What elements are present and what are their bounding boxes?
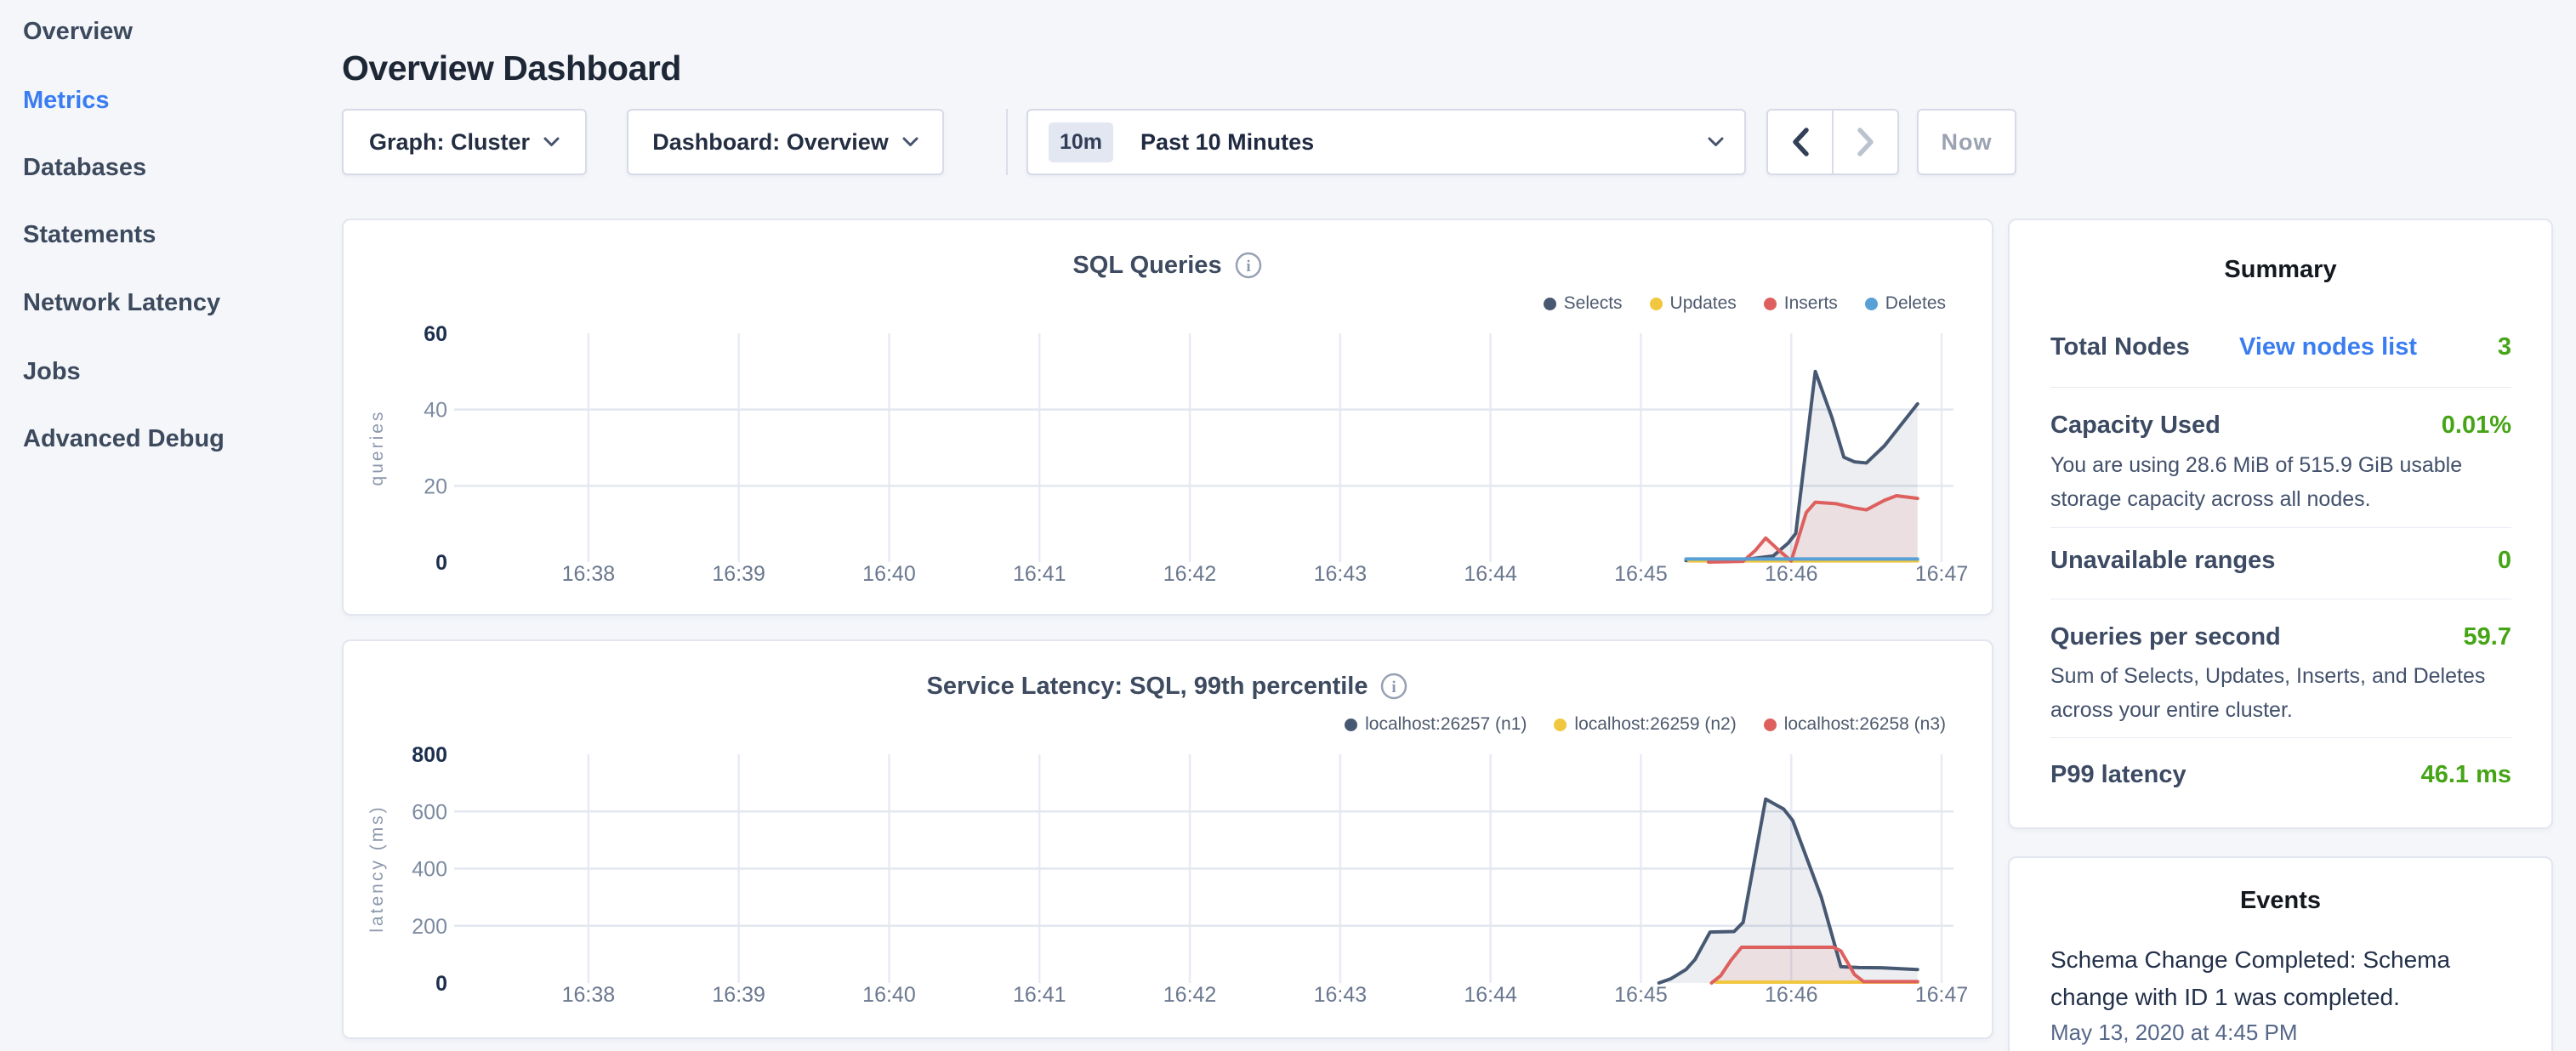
svg-text:400: 400 bbox=[412, 858, 447, 882]
svg-text:16:45: 16:45 bbox=[1614, 983, 1668, 1007]
capacity-used-value: 0.01% bbox=[2442, 412, 2511, 440]
svg-text:16:46: 16:46 bbox=[1765, 562, 1818, 586]
p99-latency-label: P99 latency bbox=[2050, 761, 2186, 789]
dashboard-dropdown-label: Dashboard: Overview bbox=[652, 129, 889, 156]
svg-text:20: 20 bbox=[424, 474, 447, 498]
time-step-buttons bbox=[1766, 109, 1899, 175]
page-title: Overview Dashboard bbox=[342, 48, 681, 88]
divider bbox=[2050, 737, 2511, 738]
next-time-button[interactable] bbox=[1832, 111, 1897, 173]
metrics-page: Overview Metrics Databases Statements Ne… bbox=[0, 0, 2576, 1051]
view-nodes-list-link[interactable]: View nodes list bbox=[2239, 333, 2417, 361]
svg-text:16:46: 16:46 bbox=[1765, 983, 1818, 1007]
svg-text:16:43: 16:43 bbox=[1314, 562, 1368, 586]
svg-text:200: 200 bbox=[412, 915, 447, 939]
sidebar-item-statements[interactable]: Statements bbox=[23, 220, 156, 249]
svg-text:16:43: 16:43 bbox=[1314, 983, 1368, 1007]
capacity-used-description: You are using 28.6 MiB of 515.9 GiB usab… bbox=[2050, 448, 2514, 516]
chevron-left-icon bbox=[1791, 128, 1810, 156]
queries-per-second-value: 59.7 bbox=[2464, 623, 2511, 651]
sidebar-item-advanced-debug[interactable]: Advanced Debug bbox=[23, 424, 225, 453]
graph-dropdown-label: Graph: Cluster bbox=[369, 129, 530, 156]
svg-text:latency (ms): latency (ms) bbox=[367, 804, 387, 932]
sql-queries-chart-card: SQL Queries i Selects Updates Inserts De… bbox=[342, 219, 1993, 616]
svg-text:40: 40 bbox=[424, 399, 447, 423]
capacity-used-label: Capacity Used bbox=[2050, 412, 2221, 440]
svg-text:0: 0 bbox=[435, 551, 447, 575]
total-nodes-value: 3 bbox=[2498, 333, 2511, 361]
svg-text:600: 600 bbox=[412, 800, 447, 824]
sidebar-item-overview[interactable]: Overview bbox=[23, 17, 133, 46]
service-latency-chart-card: Service Latency: SQL, 99th percentile i … bbox=[342, 639, 1993, 1039]
prev-time-button[interactable] bbox=[1768, 111, 1832, 173]
sidebar-item-metrics[interactable]: Metrics bbox=[23, 86, 110, 115]
total-nodes-label: Total Nodes bbox=[2050, 333, 2190, 361]
dashboard-dropdown[interactable]: Dashboard: Overview bbox=[627, 109, 944, 175]
svg-text:16:38: 16:38 bbox=[562, 562, 616, 586]
event-message: Schema Change Completed: Schema change w… bbox=[2050, 941, 2480, 1016]
svg-text:16:47: 16:47 bbox=[1915, 983, 1969, 1007]
svg-text:0: 0 bbox=[435, 972, 447, 996]
summary-panel: Summary Total Nodes View nodes list 3 Ca… bbox=[2008, 219, 2553, 829]
time-range-selector[interactable]: 10m Past 10 Minutes bbox=[1026, 109, 1746, 175]
chevron-down-icon bbox=[1708, 137, 1724, 147]
divider bbox=[2050, 387, 2511, 388]
chevron-down-icon bbox=[902, 137, 918, 147]
graph-dropdown[interactable]: Graph: Cluster bbox=[342, 109, 587, 175]
svg-text:16:41: 16:41 bbox=[1013, 983, 1066, 1007]
chevron-down-icon bbox=[543, 137, 560, 147]
sql-queries-plot[interactable]: 16:38 16:39 16:40 16:41 16:42 16:43 16:44 16:45… bbox=[344, 220, 1992, 614]
svg-text:16:38: 16:38 bbox=[562, 983, 616, 1007]
svg-text:16:40: 16:40 bbox=[862, 562, 916, 586]
time-window-label: Past 10 Minutes bbox=[1140, 129, 1708, 156]
sidebar-item-databases[interactable]: Databases bbox=[23, 153, 146, 182]
time-window-badge: 10m bbox=[1049, 122, 1113, 162]
queries-per-second-description: Sum of Selects, Updates, Inserts, and De… bbox=[2050, 659, 2514, 727]
svg-text:16:44: 16:44 bbox=[1464, 562, 1517, 586]
chevron-right-icon bbox=[1857, 128, 1875, 156]
svg-text:16:39: 16:39 bbox=[712, 983, 765, 1007]
events-panel: Events Schema Change Completed: Schema c… bbox=[2008, 856, 2553, 1051]
svg-text:16:42: 16:42 bbox=[1163, 983, 1217, 1007]
svg-text:16:39: 16:39 bbox=[712, 562, 765, 586]
svg-text:16:45: 16:45 bbox=[1614, 562, 1668, 586]
svg-text:16:41: 16:41 bbox=[1013, 562, 1066, 586]
sidebar-item-network-latency[interactable]: Network Latency bbox=[23, 288, 220, 317]
sidebar-item-jobs[interactable]: Jobs bbox=[23, 357, 81, 386]
svg-text:800: 800 bbox=[412, 743, 447, 767]
now-button[interactable]: Now bbox=[1917, 109, 2016, 175]
p99-latency-value: 46.1 ms bbox=[2421, 761, 2511, 789]
queries-per-second-label: Queries per second bbox=[2050, 623, 2281, 651]
svg-text:16:47: 16:47 bbox=[1915, 562, 1969, 586]
unavailable-ranges-value: 0 bbox=[2498, 547, 2511, 575]
event-timestamp: May 13, 2020 at 4:45 PM bbox=[2050, 1020, 2298, 1046]
unavailable-ranges-label: Unavailable ranges bbox=[2050, 547, 2275, 575]
svg-text:16:44: 16:44 bbox=[1464, 983, 1517, 1007]
svg-text:16:40: 16:40 bbox=[862, 983, 916, 1007]
summary-title: Summary bbox=[2010, 256, 2551, 284]
events-title: Events bbox=[2010, 887, 2551, 915]
service-latency-plot[interactable]: 16:38 16:39 16:40 16:41 16:42 16:43 16:44 16:45… bbox=[344, 641, 1992, 1037]
controls-divider bbox=[1006, 109, 1008, 175]
svg-text:16:42: 16:42 bbox=[1163, 562, 1217, 586]
svg-text:60: 60 bbox=[424, 322, 447, 346]
svg-text:queries: queries bbox=[367, 410, 387, 486]
divider bbox=[2050, 527, 2511, 528]
